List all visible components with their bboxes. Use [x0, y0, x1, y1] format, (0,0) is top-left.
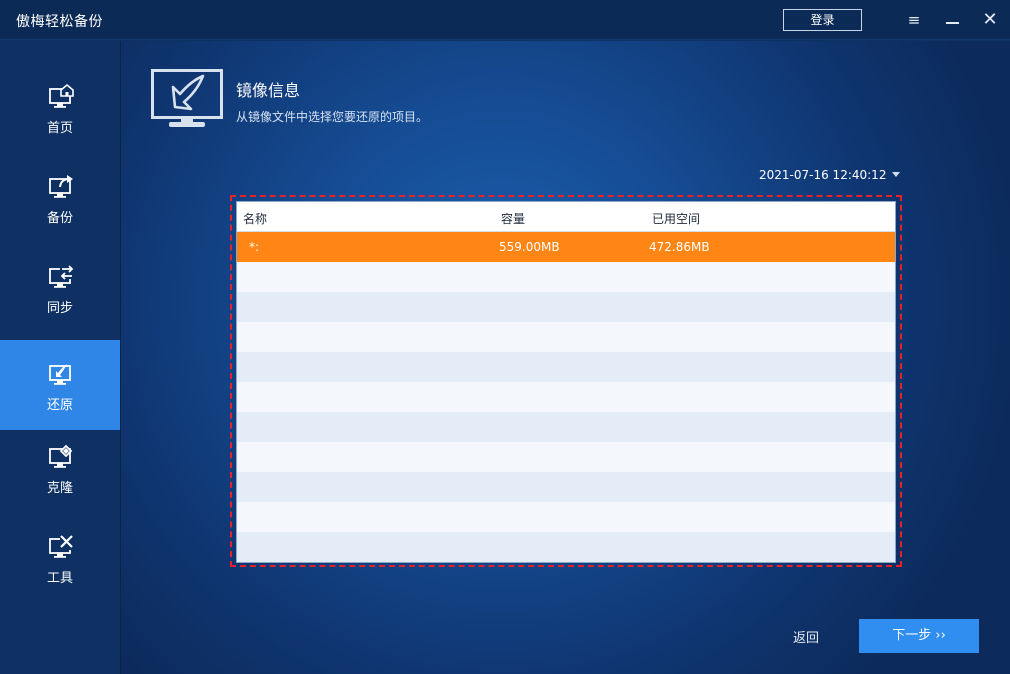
page-subtitle: 从镜像文件中选择您要还原的项目。	[236, 110, 429, 124]
title-bar: 傲梅轻松备份 登录 ≡ ✕	[0, 0, 1010, 40]
cell-name: *:	[249, 240, 260, 254]
sidebar-item-label: 同步	[46, 301, 73, 316]
table-row-empty	[237, 472, 895, 502]
sidebar: 首页 备份 同步 还原 克隆 工具	[0, 41, 121, 674]
home-icon	[49, 83, 74, 108]
app-window: 傲梅轻松备份 登录 ≡ ✕ 首页 备份 同步 还原 克隆 工具 镜像信息 从镜像…	[0, 0, 1010, 674]
backup-icon	[49, 175, 73, 198]
minimize-icon[interactable]	[943, 10, 963, 30]
restore-icon	[49, 364, 71, 385]
table-row-empty	[237, 412, 895, 442]
table-row-empty	[237, 442, 895, 472]
table-row-empty	[237, 532, 895, 562]
table-row[interactable]: *: 559.00MB 472.86MB	[237, 232, 895, 262]
restore-monitor-icon	[151, 69, 223, 127]
partition-table: 名称 容量 已用空间 *: 559.00MB 472.86MB	[236, 201, 896, 563]
table-row-empty	[237, 502, 895, 532]
clone-icon	[49, 444, 73, 468]
tools-icon	[49, 534, 74, 558]
table-row-empty	[237, 262, 895, 292]
column-header-used[interactable]: 已用空间	[652, 210, 700, 227]
chevron-down-icon	[892, 172, 901, 177]
table-row-empty	[237, 292, 895, 322]
cell-used: 472.86MB	[649, 240, 710, 254]
sidebar-item-restore[interactable]: 还原	[0, 340, 120, 430]
sidebar-item-clone[interactable]: 克隆	[0, 423, 120, 513]
sidebar-item-home[interactable]: 首页	[0, 63, 120, 153]
table-header: 名称 容量 已用空间	[237, 202, 895, 232]
sidebar-item-label: 备份	[46, 211, 73, 226]
sidebar-item-label: 工具	[46, 571, 73, 586]
sidebar-item-backup[interactable]: 备份	[0, 153, 120, 243]
sidebar-item-label: 首页	[46, 121, 73, 136]
app-title: 傲梅轻松备份	[16, 14, 103, 30]
table-row-empty	[237, 382, 895, 412]
sidebar-item-tools[interactable]: 工具	[0, 513, 120, 603]
table-body: *: 559.00MB 472.86MB	[237, 232, 895, 562]
page-title: 镜像信息	[236, 81, 301, 100]
login-button[interactable]: 登录	[783, 9, 862, 31]
main-panel: 镜像信息 从镜像文件中选择您要还原的项目。 2021-07-16 12:40:1…	[121, 41, 1010, 674]
sidebar-item-label: 还原	[46, 398, 73, 413]
column-header-name[interactable]: 名称	[243, 210, 267, 227]
cell-capacity: 559.00MB	[499, 240, 560, 254]
column-header-capacity[interactable]: 容量	[501, 210, 525, 227]
back-button[interactable]: 返回	[793, 627, 819, 646]
close-icon[interactable]: ✕	[980, 10, 1000, 30]
backup-point-dropdown[interactable]: 2021-07-16 12:40:12	[759, 168, 901, 182]
sidebar-item-sync[interactable]: 同步	[0, 243, 120, 333]
menu-icon[interactable]: ≡	[904, 10, 924, 30]
sidebar-item-label: 克隆	[46, 481, 73, 496]
backup-point-value: 2021-07-16 12:40:12	[759, 168, 887, 182]
next-button[interactable]: 下一步 ››	[859, 619, 979, 653]
table-row-empty	[237, 352, 895, 382]
table-row-empty	[237, 322, 895, 352]
sync-icon	[49, 265, 74, 288]
